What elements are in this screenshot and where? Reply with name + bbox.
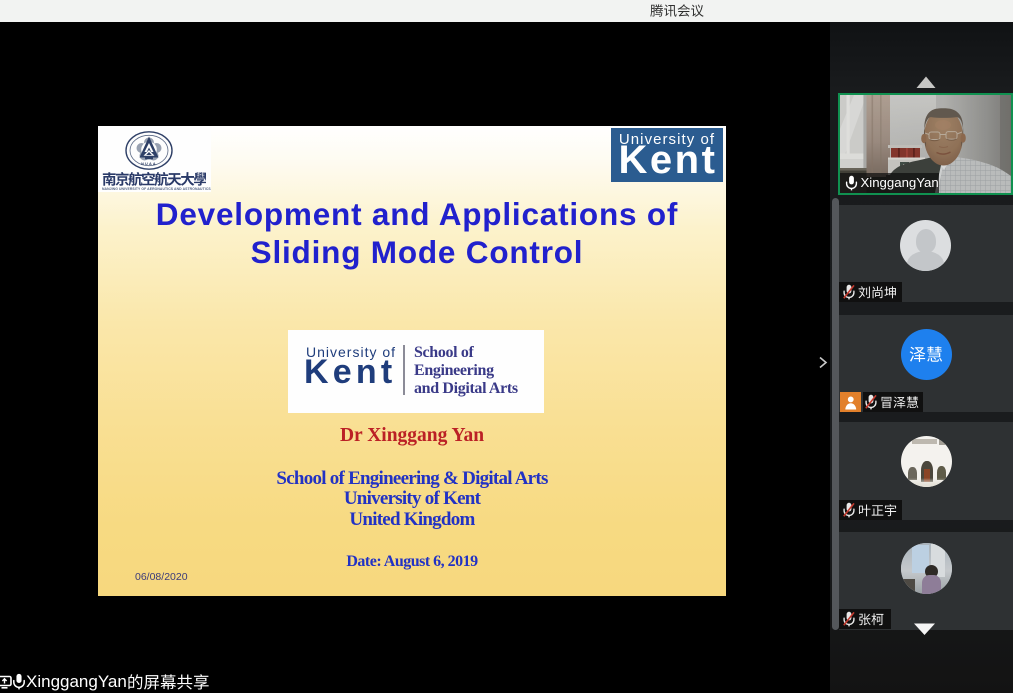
svg-text:NUAA: NUAA bbox=[141, 162, 157, 166]
